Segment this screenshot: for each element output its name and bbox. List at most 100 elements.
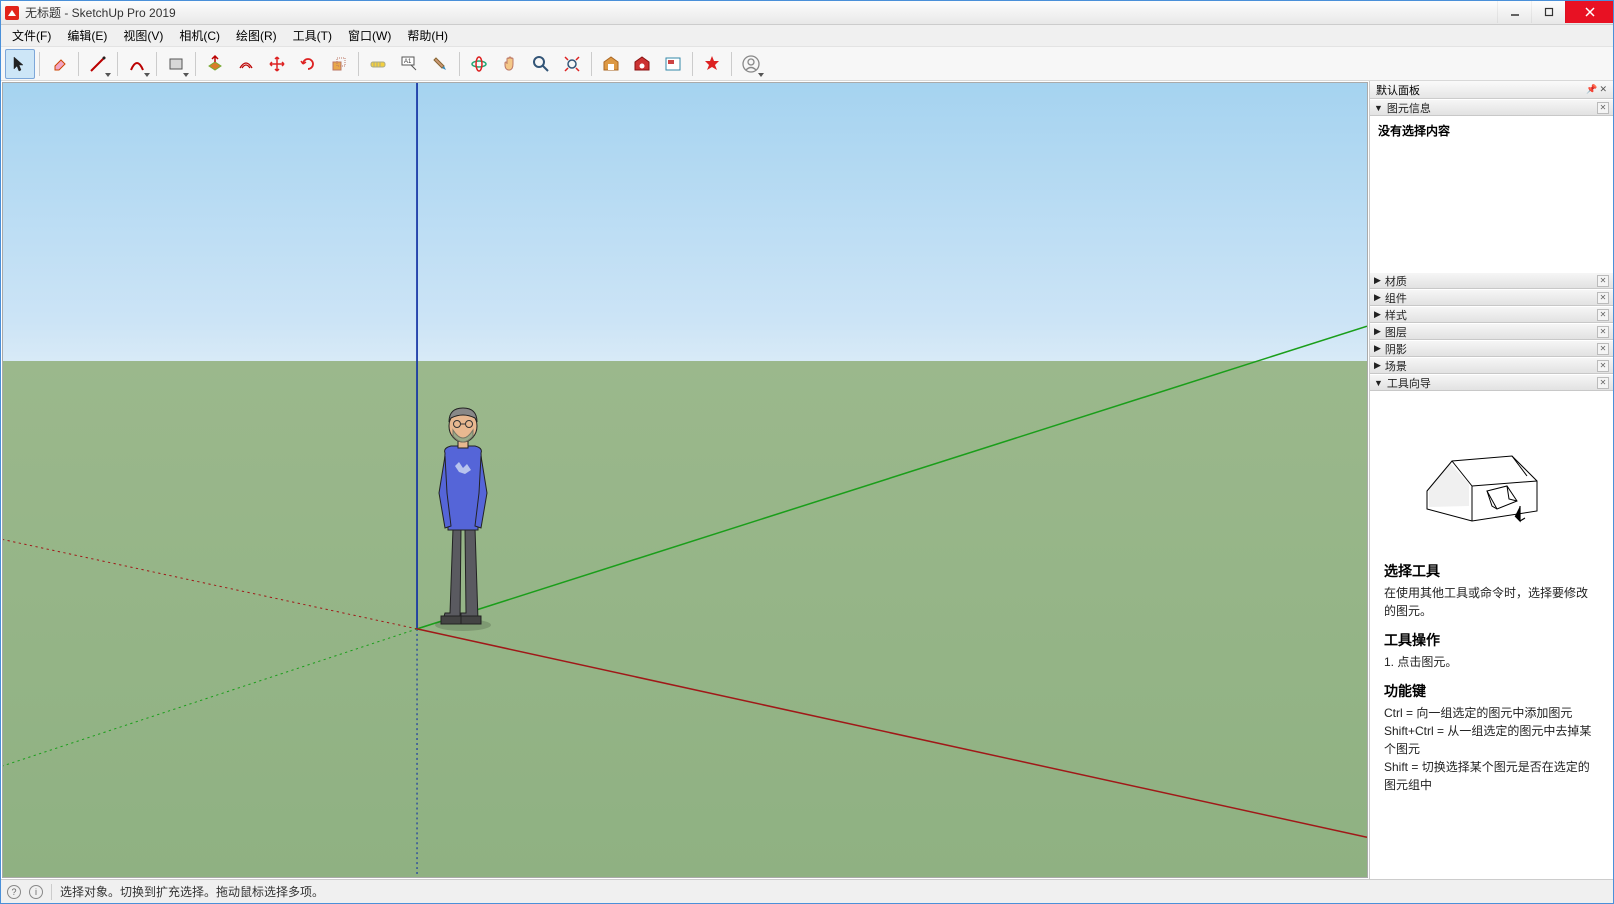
panel-entity-info-label: 图元信息 <box>1387 100 1431 116</box>
panel-styles-header[interactable]: ▶样式✕ <box>1370 306 1613 323</box>
instructor-ops-1: 1. 点击图元。 <box>1384 653 1599 671</box>
expand-icon: ▶ <box>1374 275 1381 286</box>
panel-scenes-label: 场景 <box>1385 358 1407 374</box>
toolbar-separator <box>591 52 592 76</box>
toolbar-separator <box>459 52 460 76</box>
extension-manager-tool[interactable] <box>697 49 727 79</box>
paint-tool[interactable] <box>425 49 455 79</box>
panel-entity-info-body: 没有选择内容 <box>1370 116 1613 272</box>
tray-title[interactable]: 默认面板 📌 ✕ <box>1370 81 1613 99</box>
tray-title-label: 默认面板 <box>1376 82 1420 98</box>
scale-tool[interactable] <box>324 49 354 79</box>
panel-entity-info-header[interactable]: ▼ 图元信息 ✕ <box>1370 99 1613 116</box>
panel-instructor-body: 选择工具 在使用其他工具或命令时，选择要修改的图元。 工具操作 1. 点击图元。… <box>1370 391 1613 879</box>
panel-styles-label: 样式 <box>1385 307 1407 323</box>
line-tool[interactable] <box>83 49 113 79</box>
menu-tools[interactable]: 工具(T) <box>286 25 339 46</box>
panel-close-icon[interactable]: ✕ <box>1597 275 1609 287</box>
expand-icon: ▶ <box>1374 343 1381 354</box>
warehouse-tool[interactable] <box>596 49 626 79</box>
toolbar-separator <box>358 52 359 76</box>
tape-tool[interactable] <box>363 49 393 79</box>
panel-close-icon[interactable]: ✕ <box>1597 377 1609 389</box>
window-controls <box>1497 1 1613 23</box>
status-separator <box>51 884 52 900</box>
panel-close-icon[interactable]: ✕ <box>1597 343 1609 355</box>
instructor-tool-desc: 在使用其他工具或命令时，选择要修改的图元。 <box>1384 584 1599 620</box>
panel-close-icon[interactable]: ✕ <box>1597 360 1609 372</box>
collapse-icon: ▼ <box>1374 103 1383 113</box>
panel-instructor-header[interactable]: ▼ 工具向导 ✕ <box>1370 374 1613 391</box>
expand-icon: ▶ <box>1374 326 1381 337</box>
menu-edit[interactable]: 编辑(E) <box>60 25 114 46</box>
tray-pin-icon[interactable]: 📌 <box>1586 84 1597 95</box>
scale-figure <box>423 398 503 633</box>
panel-layers-header[interactable]: ▶ 图层 ✕ <box>1370 323 1613 340</box>
panel-components-label: 组件 <box>1385 290 1407 306</box>
viewport-3d[interactable] <box>2 82 1368 878</box>
toolbar-separator <box>156 52 157 76</box>
minimize-button[interactable] <box>1497 1 1531 23</box>
text-tool[interactable]: A1 <box>394 49 424 79</box>
tray-close-icon[interactable]: ✕ <box>1599 84 1607 95</box>
instructor-keys-title: 功能键 <box>1384 681 1599 702</box>
eraser-tool[interactable] <box>44 49 74 79</box>
entity-info-content: 没有选择内容 <box>1378 124 1450 138</box>
toolbar-separator <box>117 52 118 76</box>
panel-shadows-header[interactable]: ▶ 阴影 ✕ <box>1370 340 1613 357</box>
shape-tool[interactable] <box>161 49 191 79</box>
expand-icon: ▶ <box>1374 360 1381 371</box>
main-layout: 默认面板 📌 ✕ ▼ 图元信息 ✕ 没有选择内容 ▶材质✕ ▶组件✕ ▶样式✕ … <box>1 81 1613 879</box>
panel-close-icon[interactable]: ✕ <box>1597 102 1609 114</box>
offset-tool[interactable] <box>231 49 261 79</box>
menu-view[interactable]: 视图(V) <box>116 25 170 46</box>
panel-layers-label: 图层 <box>1385 324 1407 340</box>
menu-file[interactable]: 文件(F) <box>5 25 58 46</box>
panel-scenes-header[interactable]: ▶ 场景 ✕ <box>1370 357 1613 374</box>
pushpull-tool[interactable] <box>200 49 230 79</box>
panel-components-header[interactable]: ▶ 组件 ✕ <box>1370 289 1613 306</box>
menubar: 文件(F) 编辑(E) 视图(V) 相机(C) 绘图(R) 工具(T) 窗口(W… <box>1 25 1613 47</box>
select-tool[interactable] <box>5 49 35 79</box>
orbit-tool[interactable] <box>464 49 494 79</box>
toolbar-separator <box>195 52 196 76</box>
close-button[interactable] <box>1565 1 1613 23</box>
statusbar: ? i 选择对象。切换到扩充选择。拖动鼠标选择多项。 <box>1 879 1613 903</box>
extension-warehouse-tool[interactable] <box>627 49 657 79</box>
arc-tool[interactable] <box>122 49 152 79</box>
panel-close-icon[interactable]: ✕ <box>1597 292 1609 304</box>
instructor-key3: Shift = 切换选择某个图元是否在选定的图元组中 <box>1384 758 1599 794</box>
maximize-button[interactable] <box>1531 1 1565 23</box>
menu-camera[interactable]: 相机(C) <box>172 25 227 46</box>
svg-text:A1: A1 <box>404 59 412 65</box>
move-tool[interactable] <box>262 49 292 79</box>
instructor-text: 选择工具 在使用其他工具或命令时，选择要修改的图元。 工具操作 1. 点击图元。… <box>1370 551 1613 804</box>
collapse-icon: ▼ <box>1374 378 1383 388</box>
expand-icon: ▶ <box>1374 292 1381 303</box>
panel-instructor-label: 工具向导 <box>1387 375 1431 391</box>
info-icon[interactable]: i <box>29 885 43 899</box>
pan-tool[interactable] <box>495 49 525 79</box>
panel-shadows-label: 阴影 <box>1385 341 1407 357</box>
menu-help[interactable]: 帮助(H) <box>400 25 455 46</box>
zoom-tool[interactable] <box>526 49 556 79</box>
axes-overlay <box>3 83 1367 877</box>
help-icon[interactable]: ? <box>7 885 21 899</box>
layout-tool[interactable] <box>658 49 688 79</box>
panel-close-icon[interactable]: ✕ <box>1597 326 1609 338</box>
menu-draw[interactable]: 绘图(R) <box>229 25 284 46</box>
status-text: 选择对象。切换到扩充选择。拖动鼠标选择多项。 <box>60 883 324 900</box>
instructor-tool-title: 选择工具 <box>1384 561 1599 582</box>
panel-materials-header[interactable]: ▶ 材质 ✕ <box>1370 272 1613 289</box>
panel-materials-label: 材质 <box>1385 273 1407 289</box>
titlebar: 无标题 - SketchUp Pro 2019 <box>1 1 1613 25</box>
menu-window[interactable]: 窗口(W) <box>341 25 398 46</box>
rotate-tool[interactable] <box>293 49 323 79</box>
instructor-key1: Ctrl = 向一组选定的图元中添加图元 <box>1384 704 1599 722</box>
zoom-extents-tool[interactable] <box>557 49 587 79</box>
instructor-illustration <box>1370 391 1613 551</box>
instructor-key2: Shift+Ctrl = 从一组选定的图元中去掉某个图元 <box>1384 722 1599 758</box>
panel-close-icon[interactable]: ✕ <box>1597 309 1609 321</box>
toolbar-separator <box>731 52 732 76</box>
user-account[interactable] <box>736 49 766 79</box>
